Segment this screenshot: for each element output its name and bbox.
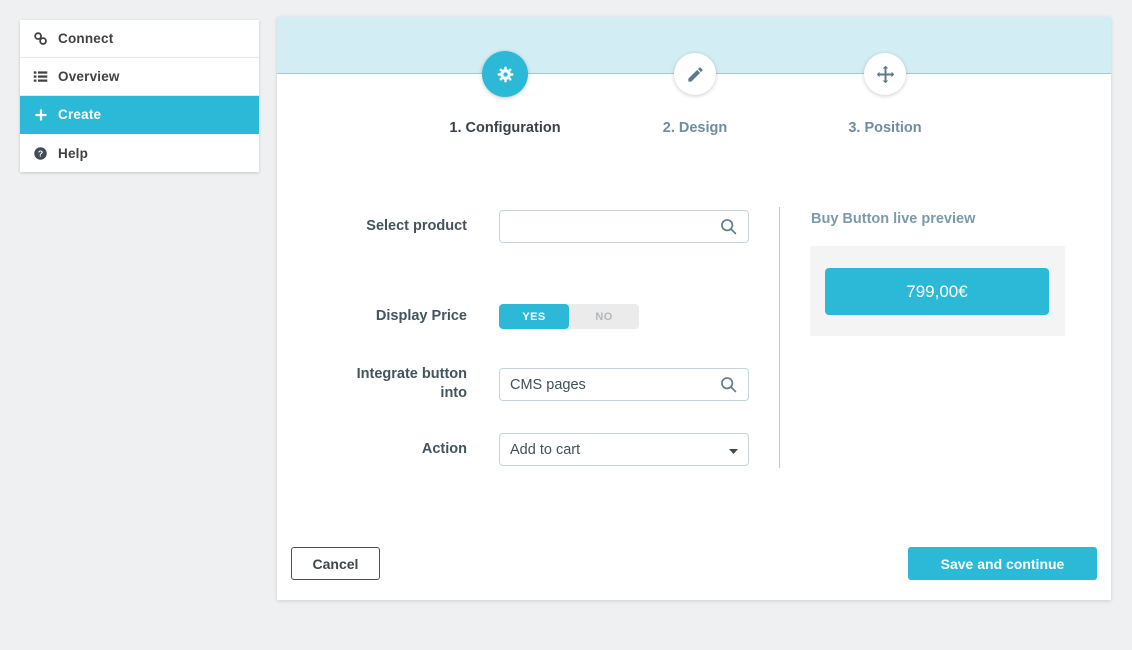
toggle-yes[interactable]: YES xyxy=(499,304,569,329)
action-label: Action xyxy=(277,433,467,466)
select-product-label: Select product xyxy=(277,210,467,243)
preview-box: 799,00€ xyxy=(810,246,1065,336)
list-icon xyxy=(33,69,48,84)
product-search-field xyxy=(499,210,749,243)
toggle-no[interactable]: NO xyxy=(569,304,639,329)
question-circle-icon: ? xyxy=(33,146,48,161)
link-icon xyxy=(33,31,48,46)
integrate-search-field xyxy=(499,368,749,401)
sidebar-item-label: Connect xyxy=(58,31,113,46)
step-design[interactable] xyxy=(674,53,716,95)
display-price-toggle: YES NO xyxy=(499,304,639,329)
preview-title: Buy Button live preview xyxy=(811,211,975,227)
step-position[interactable] xyxy=(864,53,906,95)
create-panel: 1. Configuration 2. Design 3. Position S… xyxy=(277,17,1111,600)
step-configuration[interactable] xyxy=(482,51,528,97)
svg-text:?: ? xyxy=(38,148,43,158)
sidebar-item-create[interactable]: Create xyxy=(20,96,259,134)
search-icon[interactable] xyxy=(719,217,738,236)
step-label-position: 3. Position xyxy=(795,120,975,136)
move-icon xyxy=(875,64,896,85)
action-select[interactable]: Add to cart xyxy=(499,433,749,466)
sidebar-item-label: Help xyxy=(58,146,88,161)
step-label-design: 2. Design xyxy=(605,120,785,136)
gear-icon xyxy=(495,64,516,85)
pencil-icon xyxy=(686,65,705,84)
cancel-button[interactable]: Cancel xyxy=(291,547,380,580)
save-and-continue-button[interactable]: Save and continue xyxy=(908,547,1097,580)
form-preview-divider xyxy=(779,207,780,468)
search-icon[interactable] xyxy=(719,375,738,394)
buy-button-preview[interactable]: 799,00€ xyxy=(825,268,1049,315)
caret-down-icon xyxy=(729,441,738,459)
sidebar: Connect Overview Create ? Help xyxy=(20,20,259,172)
sidebar-item-connect[interactable]: Connect xyxy=(20,20,259,58)
step-label-configuration: 1. Configuration xyxy=(415,120,595,136)
product-search-input[interactable] xyxy=(510,219,719,235)
sidebar-item-overview[interactable]: Overview xyxy=(20,58,259,96)
plus-icon xyxy=(33,107,48,122)
sidebar-item-help[interactable]: ? Help xyxy=(20,134,259,172)
integrate-search-input[interactable] xyxy=(510,377,719,393)
sidebar-item-label: Create xyxy=(58,107,101,122)
integrate-button-label: Integrate button into xyxy=(347,365,467,403)
action-selected-value: Add to cart xyxy=(510,442,729,458)
display-price-label: Display Price xyxy=(277,304,467,329)
sidebar-item-label: Overview xyxy=(58,69,120,84)
